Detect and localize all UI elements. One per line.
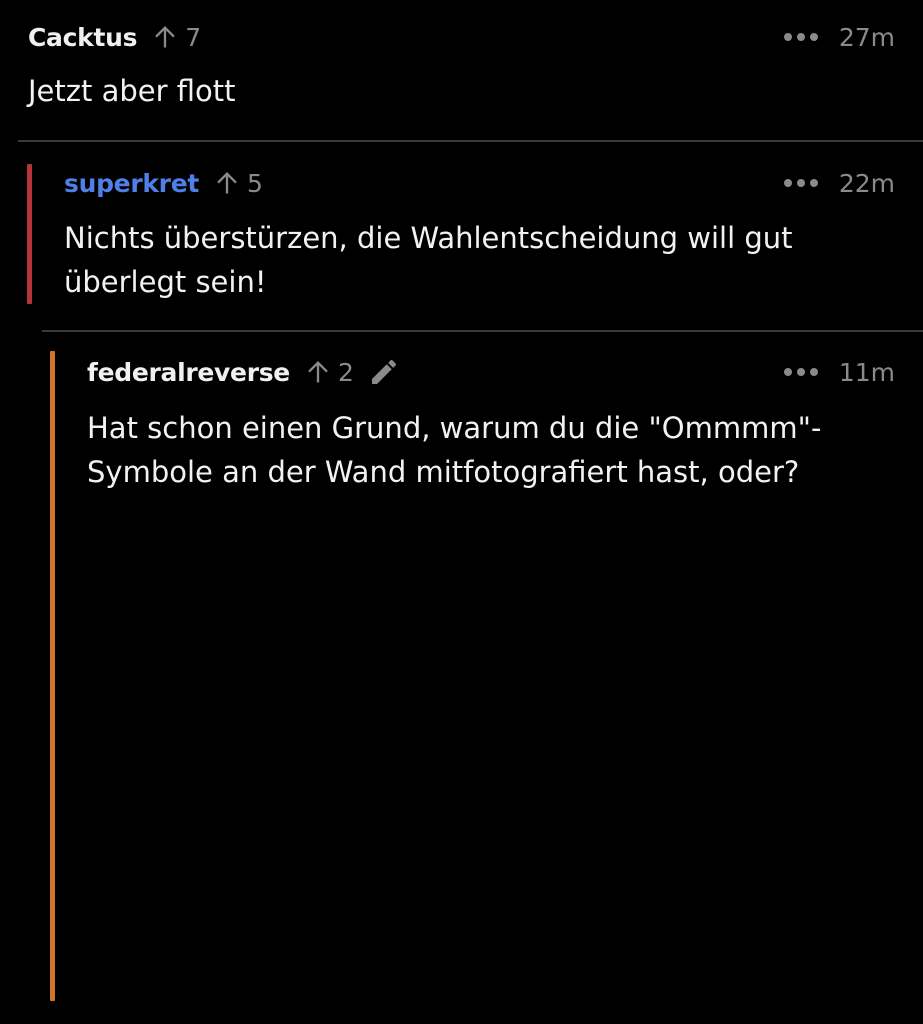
comment-author[interactable]: superkret xyxy=(64,169,199,198)
comment-header: federalreverse 2 11m xyxy=(87,352,895,392)
more-options-icon xyxy=(783,179,818,187)
comment-federalreverse[interactable]: federalreverse 2 11m Hat schon einen Gru… xyxy=(0,331,923,1024)
upvote-button[interactable] xyxy=(151,23,179,51)
arrow-up-icon xyxy=(308,361,328,383)
comment-score: 2 xyxy=(337,357,354,387)
arrow-up-icon xyxy=(155,26,176,48)
comment-header: superkret 5 22m xyxy=(64,163,895,203)
comment-body: Jetzt aber flott xyxy=(28,74,236,108)
comment-score: 7 xyxy=(185,22,202,52)
comment-timestamp: 27m xyxy=(838,22,895,52)
comment-body: Nichts überstürzen, die Wahlentscheidung… xyxy=(64,221,793,299)
comment-author[interactable]: Cacktus xyxy=(28,23,138,52)
comment-body: Hat schon einen Grund, warum du die "Omm… xyxy=(87,411,822,489)
comment-superkret[interactable]: superkret 5 22m Nichts überstürzen, die … xyxy=(0,141,923,331)
edited-indicator xyxy=(368,356,400,388)
comment-header: Cacktus 7 27m xyxy=(28,17,895,57)
thread-depth-indicator xyxy=(50,351,55,1001)
upvote-button[interactable] xyxy=(213,169,241,197)
thread-depth-indicator xyxy=(27,164,32,304)
upvote-button[interactable] xyxy=(304,358,332,386)
comment-cacktus[interactable]: Cacktus 7 27m Jetzt aber flott xyxy=(0,0,923,141)
more-options-button[interactable] xyxy=(783,367,819,377)
comment-author[interactable]: federalreverse xyxy=(87,358,290,387)
comment-timestamp: 11m xyxy=(838,357,895,387)
arrow-up-icon xyxy=(217,172,237,194)
more-options-button[interactable] xyxy=(783,32,819,42)
pencil-icon xyxy=(371,359,396,384)
comment-score: 5 xyxy=(247,168,263,198)
more-options-button[interactable] xyxy=(783,178,819,188)
comment-timestamp: 22m xyxy=(838,168,895,198)
more-options-icon xyxy=(783,368,818,376)
more-options-icon xyxy=(783,33,818,41)
